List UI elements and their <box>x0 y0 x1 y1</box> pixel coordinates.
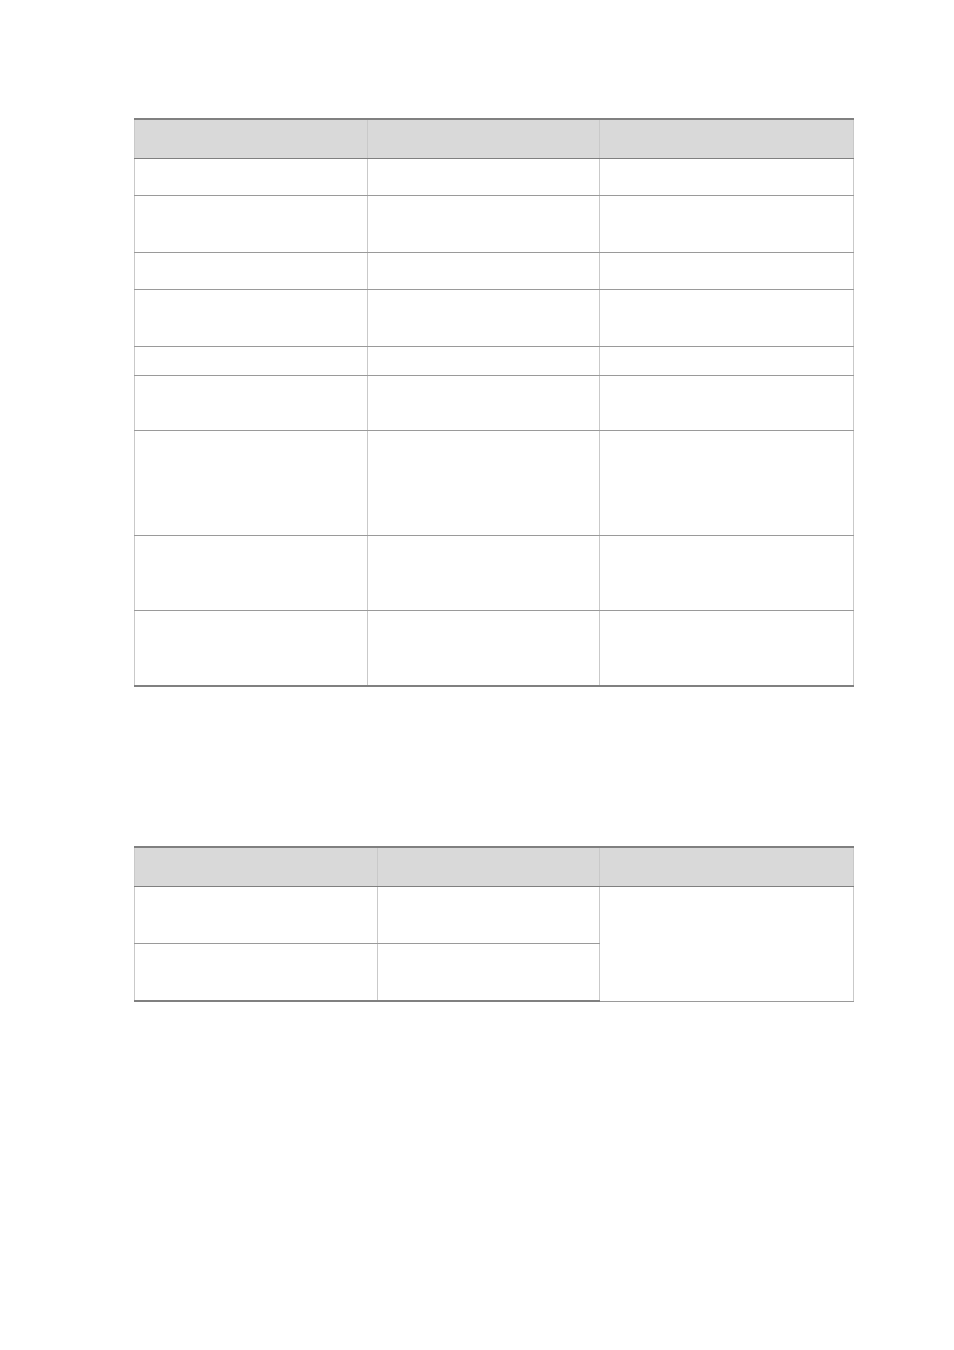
table-1-header-row <box>135 119 854 159</box>
cell <box>135 376 368 431</box>
table-2 <box>134 846 854 1002</box>
cell <box>135 536 368 611</box>
cell <box>368 536 600 611</box>
table-row <box>135 159 854 196</box>
table-row <box>135 347 854 376</box>
table-2-header-3 <box>600 847 854 887</box>
table-row <box>135 887 854 944</box>
page <box>0 0 954 1350</box>
table-row <box>135 290 854 347</box>
cell <box>600 376 854 431</box>
cell <box>368 159 600 196</box>
cell <box>368 611 600 687</box>
cell <box>600 347 854 376</box>
cell <box>368 253 600 290</box>
table-1-header-2 <box>368 119 600 159</box>
cell <box>135 431 368 536</box>
cell <box>135 347 368 376</box>
table-1 <box>134 118 854 687</box>
cell <box>600 536 854 611</box>
cell <box>600 196 854 253</box>
table-2-header-1 <box>135 847 378 887</box>
cell <box>378 887 600 944</box>
cell <box>600 159 854 196</box>
table-2-header-row <box>135 847 854 887</box>
cell <box>135 611 368 687</box>
cell <box>135 196 368 253</box>
table-row <box>135 253 854 290</box>
cell <box>368 431 600 536</box>
cell <box>368 290 600 347</box>
table-row <box>135 536 854 611</box>
cell <box>135 887 378 944</box>
table-1-header-1 <box>135 119 368 159</box>
cell <box>378 944 600 1002</box>
table-row <box>135 196 854 253</box>
cell <box>135 290 368 347</box>
table-1-header-3 <box>600 119 854 159</box>
table-row <box>135 431 854 536</box>
cell <box>600 290 854 347</box>
cell <box>368 196 600 253</box>
cell <box>600 887 854 1002</box>
table-row <box>135 611 854 687</box>
cell <box>600 431 854 536</box>
cell <box>368 376 600 431</box>
cell <box>135 944 378 1002</box>
cell <box>600 253 854 290</box>
cell <box>135 159 368 196</box>
cell <box>368 347 600 376</box>
cell <box>135 253 368 290</box>
cell <box>600 611 854 687</box>
table-2-header-2 <box>378 847 600 887</box>
table-row <box>135 376 854 431</box>
